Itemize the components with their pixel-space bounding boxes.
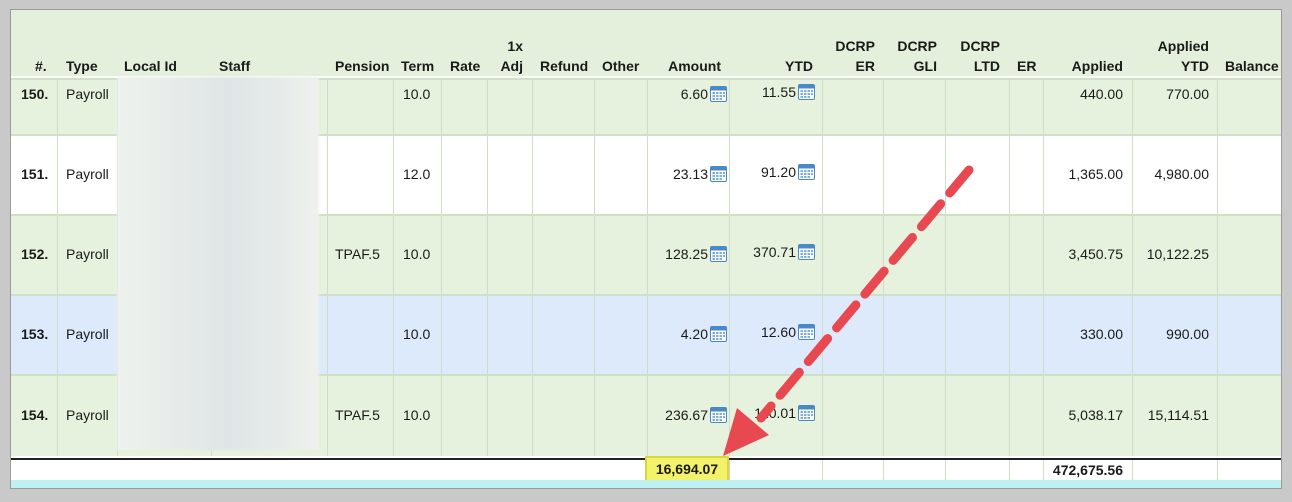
arrow-shaft <box>756 165 974 423</box>
payroll-table-frame: #. Type Local Id Staff Pension Term Rate… <box>10 9 1282 489</box>
annotation-arrow <box>723 165 974 456</box>
